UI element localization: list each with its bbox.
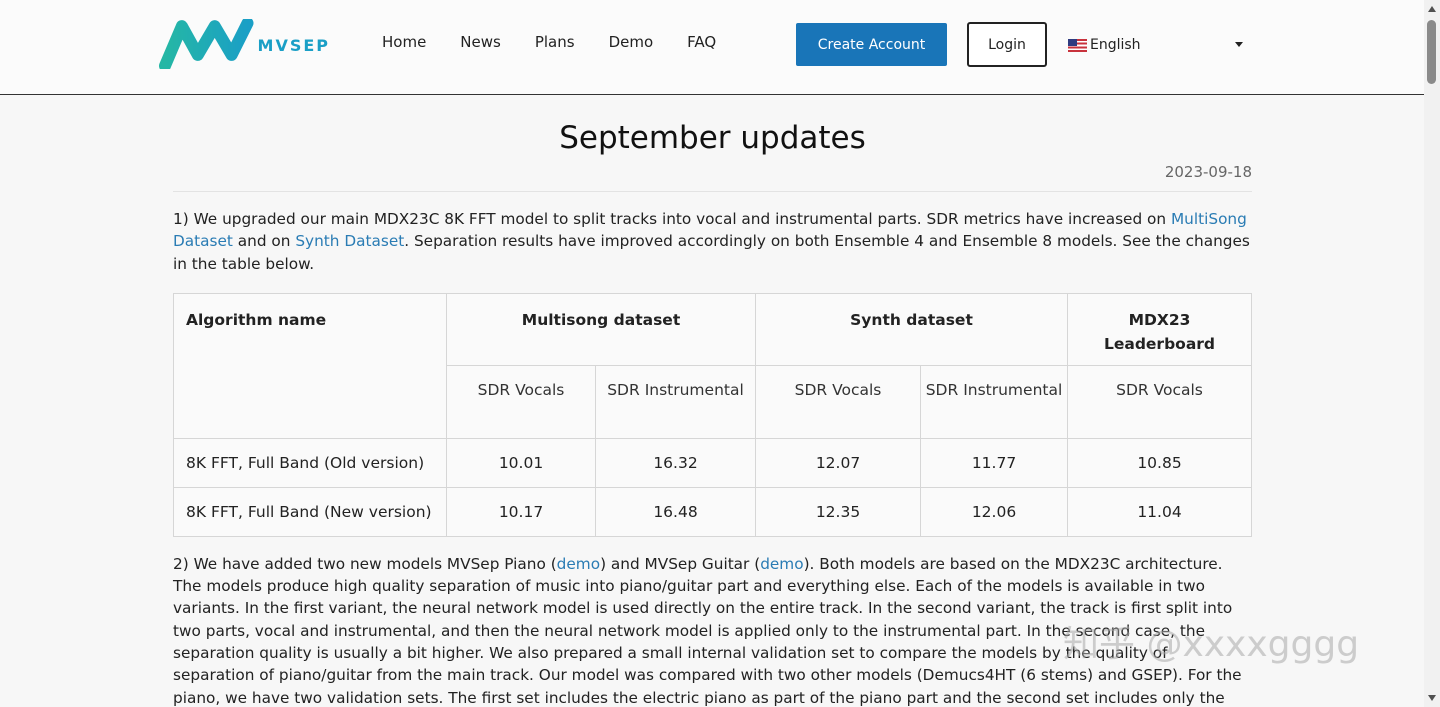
- results-table: Algorithm name Multisong dataset Synth d…: [173, 292, 1252, 537]
- site-logo[interactable]: MVSEP: [158, 18, 330, 70]
- article-date: 2023-09-18: [1164, 163, 1252, 181]
- scroll-thumb[interactable]: [1427, 20, 1436, 84]
- paragraph-text: ). Both models are based on the MDX23C a…: [173, 554, 1242, 707]
- cell-value: 10.85: [1067, 437, 1252, 488]
- cell-value: 10.17: [446, 486, 596, 537]
- subheader-sdr-vocals: SDR Vocals: [1067, 364, 1252, 439]
- login-button[interactable]: Login: [967, 22, 1047, 67]
- synth-dataset-link[interactable]: Synth Dataset: [295, 232, 404, 250]
- table-row: 8K FFT, Full Band (Old version) 10.01 16…: [173, 437, 1252, 488]
- subheader-sdr-instrumental: SDR Instrumental: [920, 364, 1068, 439]
- cell-value: 12.35: [755, 486, 921, 537]
- cell-value: 11.04: [1067, 486, 1252, 537]
- site-header: MVSEP Home News Plans Demo FAQ Create Ac…: [0, 0, 1424, 95]
- row-name: 8K FFT, Full Band (New version): [173, 486, 447, 537]
- nav-news[interactable]: News: [460, 33, 501, 51]
- paragraph-2: 2) We have added two new models MVSep Pi…: [173, 553, 1252, 707]
- nav-demo[interactable]: Demo: [609, 33, 654, 51]
- scroll-up-arrow-icon[interactable]: [1428, 6, 1436, 12]
- cell-value: 11.77: [920, 437, 1068, 488]
- cell-value: 16.48: [595, 486, 756, 537]
- article: September updates 2023-09-18 1) We upgra…: [173, 95, 1252, 707]
- paragraph-text: 2) We have added two new models MVSep Pi…: [173, 554, 557, 573]
- create-account-button[interactable]: Create Account: [796, 23, 947, 66]
- piano-demo-link[interactable]: demo: [557, 555, 600, 573]
- header-multisong-dataset: Multisong dataset: [446, 292, 756, 366]
- language-select[interactable]: English: [1068, 35, 1248, 55]
- page-title: September updates: [559, 120, 866, 156]
- row-name: 8K FFT, Full Band (Old version): [173, 437, 447, 488]
- paragraph-text: 1) We upgraded our main MDX23C 8K FFT mo…: [173, 210, 1171, 228]
- logo-text: MVSEP: [257, 35, 330, 55]
- chevron-down-icon: [1235, 42, 1243, 47]
- header-mdx23-leaderboard: MDX23 Leaderboard: [1067, 292, 1252, 366]
- divider: [173, 191, 1252, 192]
- scroll-down-arrow-icon[interactable]: [1428, 695, 1436, 701]
- table-row: 8K FFT, Full Band (New version) 10.17 16…: [173, 486, 1252, 537]
- subheader-sdr-vocals: SDR Vocals: [755, 364, 921, 439]
- cell-value: 16.32: [595, 437, 756, 488]
- nav-faq[interactable]: FAQ: [687, 33, 716, 51]
- mvsep-logo-icon: [158, 19, 254, 69]
- header-algorithm-name: Algorithm name: [173, 292, 447, 439]
- cell-value: 12.07: [755, 437, 921, 488]
- subheader-sdr-instrumental: SDR Instrumental: [595, 364, 756, 439]
- vertical-scrollbar[interactable]: [1424, 0, 1440, 707]
- language-label: English: [1090, 37, 1141, 53]
- guitar-demo-link[interactable]: demo: [760, 555, 803, 573]
- nav-home[interactable]: Home: [382, 33, 426, 51]
- paragraph-text: and on: [232, 232, 296, 251]
- subheader-sdr-vocals: SDR Vocals: [446, 364, 596, 439]
- paragraph-1: 1) We upgraded our main MDX23C 8K FFT mo…: [173, 208, 1252, 275]
- cell-value: 10.01: [446, 437, 596, 488]
- header-synth-dataset: Synth dataset: [755, 292, 1068, 366]
- cell-value: 12.06: [920, 486, 1068, 537]
- table-header-row: Algorithm name Multisong dataset Synth d…: [173, 292, 1252, 439]
- main-nav: Home News Plans Demo FAQ: [382, 33, 750, 51]
- us-flag-icon: [1068, 38, 1087, 52]
- paragraph-text: ) and MVSep Guitar (: [600, 554, 761, 573]
- nav-plans[interactable]: Plans: [535, 33, 575, 51]
